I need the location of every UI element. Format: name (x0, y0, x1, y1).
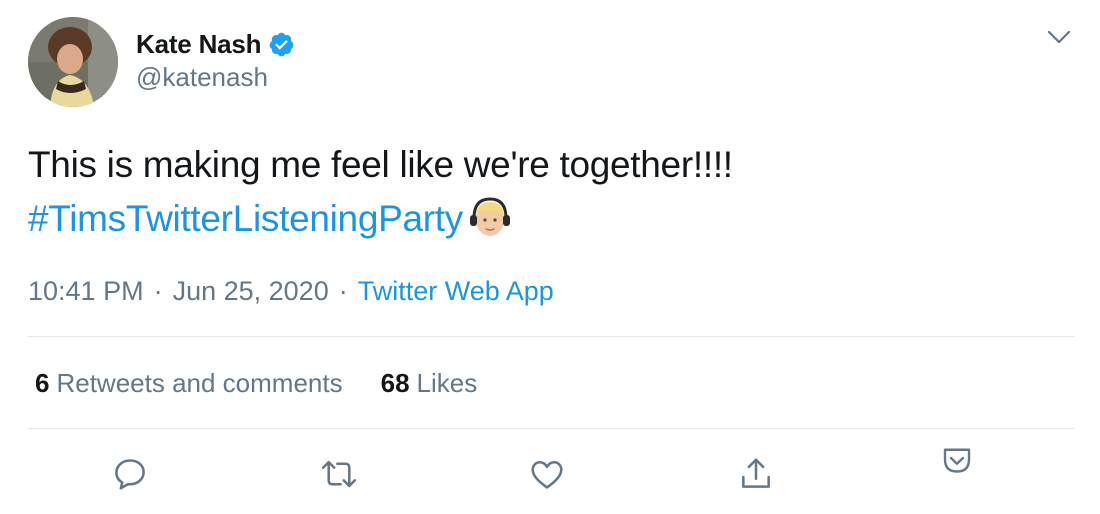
likes-label: Likes (416, 367, 478, 398)
divider-2 (28, 428, 1074, 429)
display-name[interactable]: Kate Nash (136, 29, 262, 60)
separator-dot: · (153, 275, 163, 306)
tweet-meta: 10:41 PM · Jun 25, 2020 · Twitter Web Ap… (28, 273, 554, 309)
username-handle[interactable]: @katenash (136, 62, 268, 93)
retweet-icon[interactable] (317, 452, 361, 496)
retweets-stat[interactable]: 6 Retweets and comments (35, 368, 343, 399)
tweet-time[interactable]: 10:41 PM (28, 276, 144, 307)
avatar[interactable] (28, 17, 118, 107)
retweets-label: Retweets and comments (56, 367, 343, 398)
hashtag-link[interactable]: #TimsTwitterListeningParty (28, 198, 463, 239)
verified-badge-icon (268, 31, 295, 58)
blond-face-with-headphones-icon (467, 194, 513, 240)
likes-count: 68 (380, 367, 410, 398)
like-icon[interactable] (525, 452, 569, 496)
reply-icon[interactable] (108, 452, 152, 496)
action-bar (0, 448, 1100, 500)
tweet-text-line: This is making me feel like we're togeth… (28, 144, 733, 185)
tweet-date[interactable]: Jun 25, 2020 (173, 276, 329, 307)
likes-stat[interactable]: 68 Likes (381, 368, 478, 399)
separator-dot-2: · (338, 275, 348, 306)
tweet-stats: 6 Retweets and comments 68 Likes (35, 366, 477, 400)
divider (28, 336, 1074, 337)
retweets-count: 6 (35, 367, 50, 398)
chevron-down-icon[interactable] (1046, 27, 1072, 47)
save-to-pocket-icon[interactable] (935, 439, 979, 483)
tweet-text: This is making me feel like we're togeth… (28, 138, 1068, 246)
tweet-source-link[interactable]: Twitter Web App (358, 276, 554, 307)
tweet-text-line-2: #TimsTwitterListeningParty (28, 192, 1068, 246)
share-icon[interactable] (734, 452, 778, 496)
